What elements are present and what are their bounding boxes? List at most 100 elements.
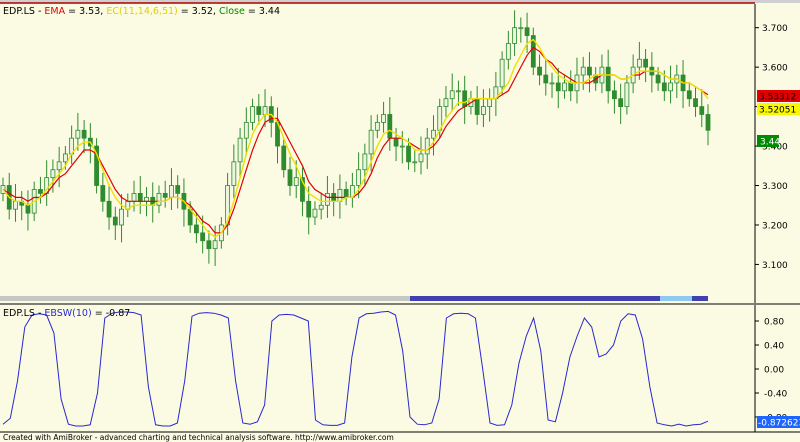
candle-body — [237, 137, 243, 163]
osc-title: EDP.LS - EBSW(10) = -0.87 — [3, 308, 130, 319]
candle-body — [250, 106, 255, 123]
candle-body — [162, 193, 168, 198]
candle-body — [512, 27, 517, 44]
candle-body — [693, 98, 698, 107]
ema-price-box: 3.53312 — [757, 90, 800, 103]
candle-body — [518, 27, 524, 30]
candle-body — [343, 189, 349, 198]
candle-body — [106, 200, 112, 218]
candle-body — [212, 240, 218, 250]
candle-body — [306, 200, 312, 218]
ebsw-legend-label: EBSW(10) — [44, 308, 91, 319]
candle-body — [325, 193, 330, 206]
candle-body — [643, 58, 649, 68]
candle-body — [524, 27, 530, 36]
candle-body — [262, 106, 268, 115]
price-tick-label: 3.300 — [762, 182, 788, 192]
price-title: EDP.LS - EMA = 3.53, EC(11,14,6,51) = 3.… — [3, 6, 280, 17]
price-tick-label: 3.700 — [762, 24, 788, 34]
candle-body — [368, 129, 374, 155]
close-price-box: 3.44 — [757, 135, 780, 148]
ebsw-value-box-label: -0.872623 — [758, 419, 800, 429]
candle-body — [256, 106, 262, 115]
candle-body — [705, 114, 711, 131]
price-candles — [0, 10, 711, 267]
candle-body — [156, 193, 162, 206]
candle-body — [50, 169, 56, 179]
osc-y-ticks: 0.800.400.00-0.40-0.80 — [755, 318, 788, 424]
candle-body — [112, 216, 118, 226]
candle-body — [56, 161, 62, 171]
candle-body — [668, 82, 673, 92]
ema-legend-value: = 3.53, — [68, 6, 103, 17]
candle-body — [555, 82, 561, 92]
candle-body — [580, 66, 586, 76]
candle-body — [231, 161, 237, 186]
candle-body — [474, 98, 480, 115]
candle-body — [568, 82, 574, 92]
ec-price-box-label: 3.52051 — [759, 106, 796, 116]
candle-body — [699, 106, 705, 115]
candle-body — [412, 161, 418, 164]
candle-body — [387, 114, 393, 139]
price-tick-label: 3.200 — [762, 221, 788, 231]
osc-tick-label: 0.00 — [764, 366, 784, 376]
candle-body — [312, 208, 318, 218]
oscillator-panel[interactable]: 0.800.400.00-0.40-0.80 EDP.LS - EBSW(10)… — [2, 305, 800, 432]
osc-tick-label: 0.80 — [764, 318, 784, 328]
candle-body — [424, 137, 430, 155]
candle-body — [418, 153, 424, 163]
signal-strip — [0, 296, 708, 301]
candle-body — [62, 153, 68, 163]
footer-credit: Created with AmiBroker - advanced charti… — [3, 433, 394, 442]
candle-body — [175, 185, 181, 194]
candle-body — [399, 145, 405, 148]
candle-body — [75, 129, 81, 139]
ema-price-box-label: 3.53312 — [759, 93, 796, 103]
ema-legend-label: EMA — [44, 6, 65, 17]
candle-body — [456, 90, 461, 93]
candle-body — [505, 43, 511, 60]
candle-body — [318, 204, 324, 210]
candle-body — [119, 208, 124, 226]
candle-body — [636, 58, 642, 68]
price-tick-label: 3.600 — [762, 64, 788, 74]
candle-body — [549, 82, 555, 85]
candle-body — [337, 189, 343, 202]
candle-body — [431, 129, 436, 139]
candle-body — [562, 82, 567, 92]
osc-tick-label: -0.40 — [764, 390, 788, 400]
candle-body — [287, 169, 293, 186]
candle-body — [281, 145, 287, 171]
candle-body — [605, 66, 611, 92]
candle-body — [81, 129, 87, 139]
ec-price-box: 3.52051 — [757, 103, 800, 116]
candle-body — [381, 114, 386, 123]
signal-strip-light — [660, 296, 692, 301]
candle-body — [131, 193, 137, 202]
candle-body — [38, 189, 43, 194]
ebsw-line — [2, 310, 709, 427]
candle-body — [293, 177, 299, 186]
candle-body — [406, 145, 411, 163]
candle-body — [169, 185, 174, 198]
candle-body — [449, 90, 455, 100]
candle-body — [618, 98, 624, 107]
price-panel[interactable]: 3.7003.6003.5003.4003.3003.2003.100 EDP.… — [0, 4, 800, 303]
candle-body — [374, 121, 380, 131]
candle-body — [13, 200, 18, 210]
price-tick-label: 3.100 — [762, 261, 788, 271]
ebsw-legend-value: = -0.87 — [95, 308, 131, 319]
ec-legend-value: = 3.52, — [181, 6, 216, 17]
candle-body — [686, 90, 692, 100]
ec-legend-label: EC(11,14,6,51) — [106, 6, 177, 17]
candle-body — [499, 58, 505, 88]
candle-body — [194, 224, 199, 234]
candle-body — [661, 82, 667, 92]
osc-tick-label: 0.40 — [764, 342, 784, 352]
candle-body — [25, 204, 31, 214]
candle-body — [137, 193, 143, 202]
close-price-box-label: 3.44 — [760, 138, 780, 148]
candle-body — [443, 98, 449, 107]
candle-body — [487, 98, 493, 107]
